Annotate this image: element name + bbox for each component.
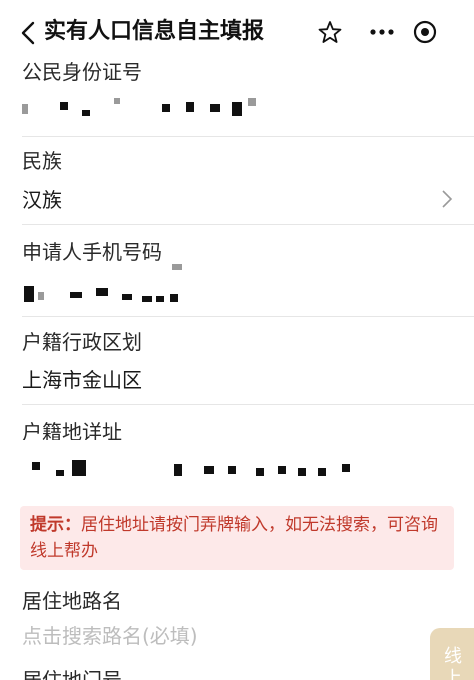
notice-text: 居住地址请按门弄牌输入，如无法搜索，可咨询线上帮办 [30, 515, 438, 561]
more-dots-icon[interactable] [368, 24, 396, 40]
household-region-value[interactable]: 上海市金山区 [22, 366, 142, 394]
divider [22, 224, 474, 225]
id-card-masked-value [22, 98, 382, 124]
phone-label: 申请人手机号码 [22, 240, 162, 264]
mini-program-capsule [352, 14, 452, 50]
online-help-tab[interactable]: 线上 [430, 628, 474, 680]
divider [22, 316, 474, 317]
ethnicity-select[interactable]: 汉族 [22, 186, 62, 214]
residence-road-search-input[interactable]: 点击搜索路名(必填) [22, 622, 198, 650]
household-region-label: 户籍行政区划 [22, 330, 142, 354]
form-content: 公民身份证号 民族 汉族 申请人手机号码 户籍行政区划 上海市金山区 户籍地详址 [0, 0, 474, 680]
household-address-label: 户籍地详址 [22, 420, 122, 440]
online-help-label: 线上 [444, 646, 462, 680]
residence-road-label: 居住地路名 [22, 589, 122, 613]
chevron-left-icon[interactable] [18, 20, 40, 46]
notice-banner: 提示：居住地址请按门弄牌输入，如无法搜索，可咨询线上帮办 [20, 506, 454, 570]
divider [22, 136, 474, 137]
household-address-masked-value [22, 456, 382, 482]
id-card-label: 公民身份证号 [22, 60, 142, 84]
top-navigation-bar: 实有人口信息自主填报 [0, 0, 474, 62]
ethnicity-label: 民族 [22, 149, 62, 173]
target-circle-icon[interactable] [412, 19, 438, 45]
notice-prefix: 提示： [30, 515, 81, 535]
page-title: 实有人口信息自主填报 [44, 19, 265, 44]
star-icon[interactable] [316, 19, 344, 47]
phone-masked-value [22, 264, 382, 308]
divider [22, 404, 474, 405]
residence-house-number-label: 居住地门号 [22, 668, 122, 680]
chevron-right-icon[interactable] [440, 188, 454, 210]
